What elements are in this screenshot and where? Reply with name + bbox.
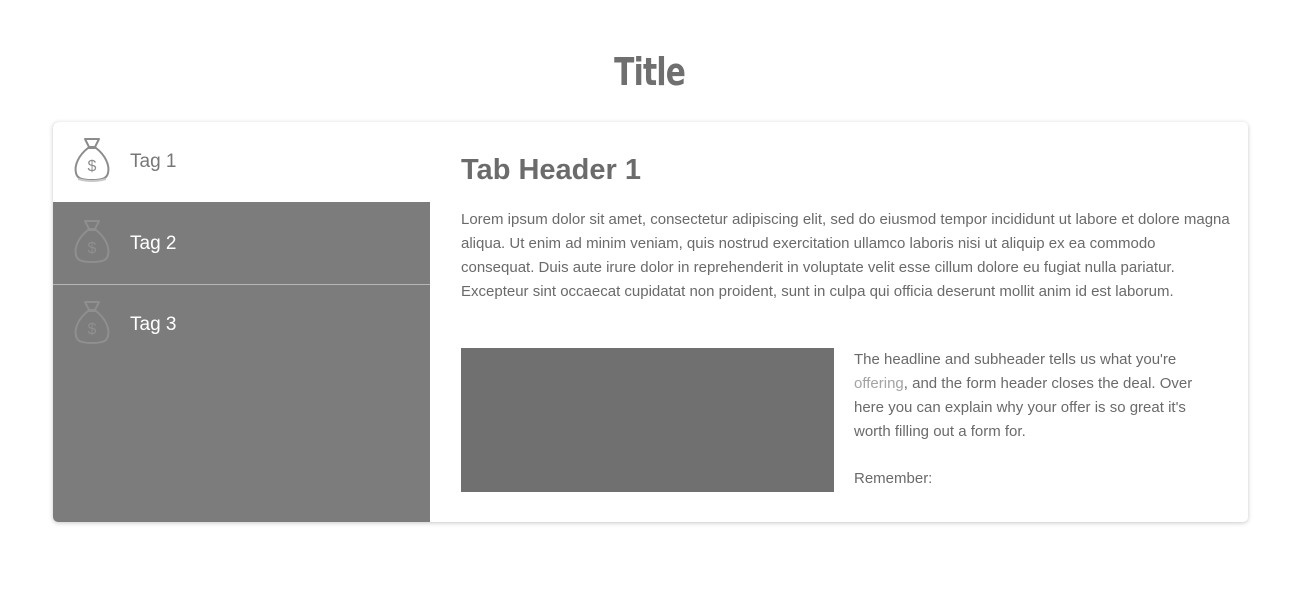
tab-1-label: Tag 1 [130, 151, 177, 172]
side-text-before: The headline and subheader tells us what… [854, 351, 1177, 368]
page-title: Title [614, 50, 686, 94]
tab-2[interactable]: $ Tag 2 [53, 204, 430, 284]
tab-header: Tab Header 1 [461, 154, 641, 186]
tab-3-label: Tag 3 [130, 314, 177, 335]
tab-1[interactable]: $ Tag 1 [53, 122, 430, 202]
money-bag-icon: $ [74, 301, 110, 344]
image-placeholder [461, 348, 834, 492]
side-text: The headline and subheader tells us what… [854, 348, 1226, 444]
tab-2-label: Tag 2 [130, 233, 177, 254]
tab-list: $ Tag 1 $ Tag 2 $ Tag 3 [53, 122, 430, 522]
tab-3[interactable]: $ Tag 3 [53, 284, 430, 365]
tab-panel: Tab Header 1 Lorem ipsum dolor sit amet,… [461, 122, 1231, 522]
side-text-after: , and the form header closes the deal. O… [854, 375, 1193, 440]
svg-text:$: $ [88, 321, 97, 338]
money-bag-icon: $ [74, 138, 110, 182]
money-bag-icon: $ [74, 220, 110, 263]
panel-body-text: Lorem ipsum dolor sit amet, consectetur … [461, 211, 1230, 300]
offering-link[interactable]: offering [854, 375, 904, 392]
svg-text:$: $ [88, 158, 97, 175]
remember-text: Remember: [854, 470, 933, 487]
svg-text:$: $ [88, 240, 97, 257]
tabs-card: $ Tag 1 $ Tag 2 $ Tag 3 Tab Header 1 Lor… [53, 122, 1248, 522]
